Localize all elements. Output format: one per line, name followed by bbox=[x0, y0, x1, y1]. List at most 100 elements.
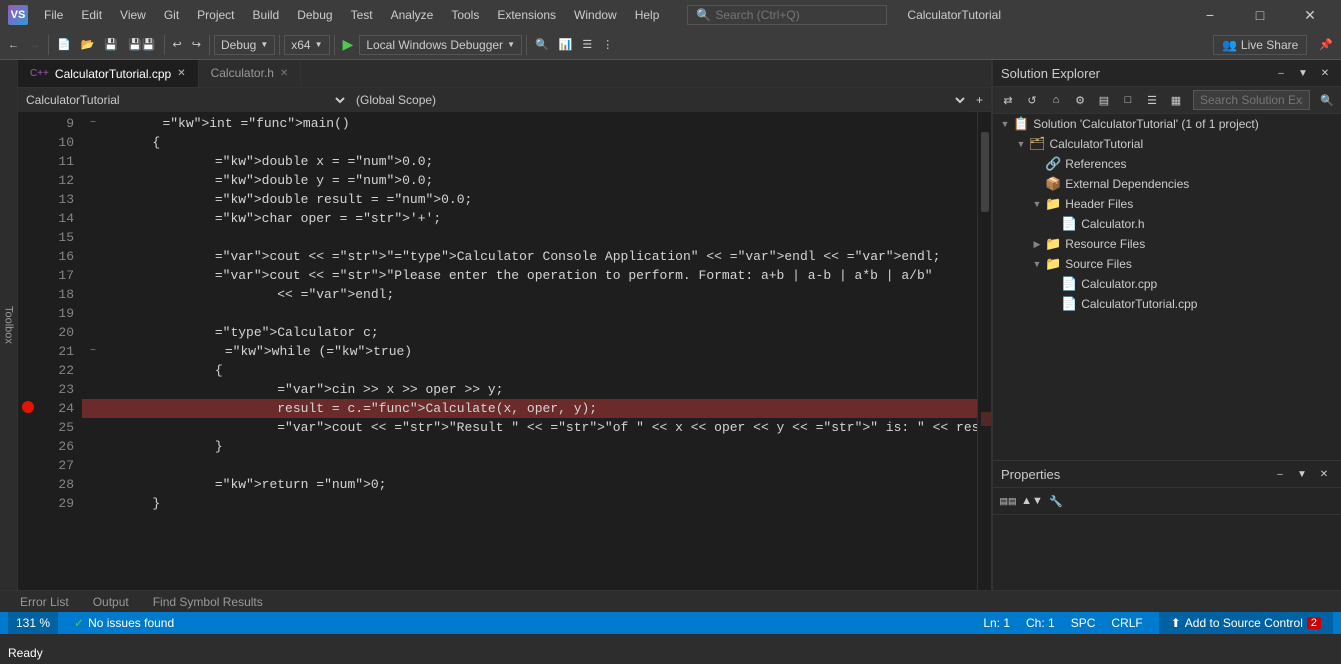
props-close-btn[interactable]: ✕ bbox=[1315, 465, 1333, 483]
tab-calculator-h[interactable]: Calculator.h ✕ bbox=[199, 60, 302, 87]
bp-slot-21[interactable] bbox=[18, 340, 38, 359]
bp-slot-10[interactable] bbox=[18, 131, 38, 150]
code-line-13[interactable]: ="kw">double result = ="num">0.0; bbox=[82, 190, 977, 209]
tree-item-calculatortutorial.cpp[interactable]: 📄CalculatorTutorial.cpp bbox=[993, 294, 1341, 314]
bp-slot-14[interactable] bbox=[18, 207, 38, 226]
tree-item-calculator.h[interactable]: 📄Calculator.h bbox=[993, 214, 1341, 234]
code-line-9[interactable]: − ="kw">int ="func">main() bbox=[82, 114, 977, 133]
se-refresh-btn[interactable]: ↺ bbox=[1021, 89, 1043, 111]
se-home-btn[interactable]: ⌂ bbox=[1045, 89, 1067, 111]
bp-slot-13[interactable] bbox=[18, 188, 38, 207]
search-box[interactable]: 🔍 bbox=[687, 5, 887, 25]
add-source-control-button[interactable]: ⬆ Add to Source Control 2 bbox=[1159, 612, 1333, 634]
se-search-icon-btn[interactable]: 🔍 bbox=[1316, 89, 1338, 111]
menu-item-test[interactable]: Test bbox=[343, 6, 381, 24]
close-tab-calculator-tutorial[interactable]: ✕ bbox=[177, 68, 185, 79]
restore-button[interactable]: □ bbox=[1237, 0, 1283, 30]
run-config-dropdown[interactable]: Local Windows Debugger ▼ bbox=[359, 35, 522, 55]
bp-slot-26[interactable] bbox=[18, 435, 38, 454]
bp-slot-22[interactable] bbox=[18, 359, 38, 378]
code-line-26[interactable]: } bbox=[82, 437, 977, 456]
code-line-29[interactable]: } bbox=[82, 494, 977, 513]
tab-output[interactable]: Output bbox=[81, 593, 141, 611]
toolbar-save-all[interactable]: 💾💾 bbox=[124, 36, 159, 53]
bp-slot-28[interactable] bbox=[18, 473, 38, 492]
code-line-22[interactable]: { bbox=[82, 361, 977, 380]
live-share-button[interactable]: 👥 Live Share bbox=[1213, 35, 1307, 55]
menu-item-analyze[interactable]: Analyze bbox=[383, 6, 442, 24]
toolbar-undo[interactable]: ↩ bbox=[169, 36, 186, 53]
editor-scrollbar[interactable] bbox=[977, 112, 991, 590]
props-wrench-btn[interactable]: 🔧 bbox=[1045, 490, 1067, 512]
run-button[interactable]: ▶ bbox=[339, 34, 358, 55]
menu-item-edit[interactable]: Edit bbox=[73, 6, 110, 24]
bp-slot-11[interactable] bbox=[18, 150, 38, 169]
toolbar-extra-1[interactable]: 🔍 bbox=[531, 36, 553, 53]
bp-slot-12[interactable] bbox=[18, 169, 38, 188]
close-tab-calculator-h[interactable]: ✕ bbox=[280, 68, 288, 79]
se-search-input[interactable] bbox=[1200, 93, 1303, 107]
bp-slot-27[interactable] bbox=[18, 454, 38, 473]
bp-slot-23[interactable] bbox=[18, 378, 38, 397]
code-line-17[interactable]: ="var">cout << ="str">"Please enter the … bbox=[82, 266, 977, 285]
tree-arrow-solution-'calculatortutorial'-(1-of-1-project)[interactable]: ▼ bbox=[997, 119, 1013, 129]
toolbar-pin[interactable]: 📌 bbox=[1315, 36, 1337, 53]
code-line-25[interactable]: ="var">cout << ="str">"Result " << ="str… bbox=[82, 418, 977, 437]
se-search-box[interactable] bbox=[1193, 90, 1310, 110]
tree-item-references[interactable]: 🔗References bbox=[993, 154, 1341, 174]
bp-slot-25[interactable] bbox=[18, 416, 38, 435]
tree-arrow-source-files[interactable]: ▼ bbox=[1029, 259, 1045, 269]
toolbar-forward[interactable]: → bbox=[25, 37, 44, 53]
code-line-19[interactable] bbox=[82, 304, 977, 323]
code-line-27[interactable] bbox=[82, 456, 977, 475]
tree-item-source-files[interactable]: ▼📁Source Files bbox=[993, 254, 1341, 274]
bp-slot-17[interactable] bbox=[18, 264, 38, 283]
tree-item-calculatortutorial[interactable]: ▼🗂CalculatorTutorial bbox=[993, 134, 1341, 154]
code-line-15[interactable] bbox=[82, 228, 977, 247]
tree-item-header-files[interactable]: ▼📁Header Files bbox=[993, 194, 1341, 214]
search-input[interactable] bbox=[715, 8, 865, 22]
bp-slot-16[interactable] bbox=[18, 245, 38, 264]
code-line-11[interactable]: ="kw">double x = ="num">0.0; bbox=[82, 152, 977, 171]
menu-item-tools[interactable]: Tools bbox=[443, 6, 487, 24]
bp-slot-29[interactable] bbox=[18, 492, 38, 511]
tree-item-calculator.cpp[interactable]: 📄Calculator.cpp bbox=[993, 274, 1341, 294]
props-category-btn[interactable]: ▤▤ bbox=[997, 490, 1019, 512]
toolbox-panel[interactable]: Toolbox bbox=[0, 60, 18, 590]
bp-slot-15[interactable] bbox=[18, 226, 38, 245]
collapse-btn-21[interactable]: − bbox=[90, 342, 96, 361]
se-settings-btn[interactable]: ⚙ bbox=[1069, 89, 1091, 111]
minimize-button[interactable]: − bbox=[1187, 0, 1233, 30]
debug-config-dropdown[interactable]: Debug ▼ bbox=[214, 35, 275, 55]
code-content[interactable]: − ="kw">int ="func">main() { ="kw">doubl… bbox=[82, 112, 977, 590]
code-line-20[interactable]: ="type">Calculator c; bbox=[82, 323, 977, 342]
tab-find-symbol[interactable]: Find Symbol Results bbox=[141, 593, 275, 611]
code-line-14[interactable]: ="kw">char oper = ="str">'+'; bbox=[82, 209, 977, 228]
tree-item-external-dependencies[interactable]: 📦External Dependencies bbox=[993, 174, 1341, 194]
menu-item-build[interactable]: Build bbox=[245, 6, 288, 24]
se-filter-btn[interactable]: ▤ bbox=[1093, 89, 1115, 111]
menu-item-debug[interactable]: Debug bbox=[289, 6, 340, 24]
menu-item-help[interactable]: Help bbox=[627, 6, 668, 24]
menu-item-extensions[interactable]: Extensions bbox=[489, 6, 564, 24]
menu-item-window[interactable]: Window bbox=[566, 6, 625, 24]
scope-dropdown[interactable]: CalculatorTutorial bbox=[18, 88, 348, 112]
menu-item-file[interactable]: File bbox=[36, 6, 71, 24]
props-sort-btn[interactable]: ▲▼ bbox=[1021, 490, 1043, 512]
toolbar-back[interactable]: ← bbox=[4, 37, 23, 53]
tree-arrow-resource-files[interactable]: ▶ bbox=[1029, 239, 1045, 250]
se-show-all-btn[interactable]: □ bbox=[1117, 89, 1139, 111]
code-line-12[interactable]: ="kw">double y = ="num">0.0; bbox=[82, 171, 977, 190]
zoom-indicator[interactable]: 131 % bbox=[8, 612, 58, 634]
bp-slot-18[interactable] bbox=[18, 283, 38, 302]
toolbar-redo[interactable]: ↪ bbox=[188, 36, 205, 53]
toolbar-open[interactable]: 📂 bbox=[77, 36, 99, 53]
toolbar-extra-4[interactable]: ⋮ bbox=[598, 36, 617, 53]
close-button[interactable]: ✕ bbox=[1287, 0, 1333, 30]
menu-item-project[interactable]: Project bbox=[189, 6, 242, 24]
menu-item-git[interactable]: Git bbox=[156, 6, 187, 24]
props-dropdown-btn[interactable]: ▼ bbox=[1293, 465, 1311, 483]
code-line-21[interactable]: − ="kw">while (="kw">true) bbox=[82, 342, 977, 361]
bp-slot-9[interactable] bbox=[18, 112, 38, 131]
platform-dropdown[interactable]: x64 ▼ bbox=[284, 35, 329, 55]
